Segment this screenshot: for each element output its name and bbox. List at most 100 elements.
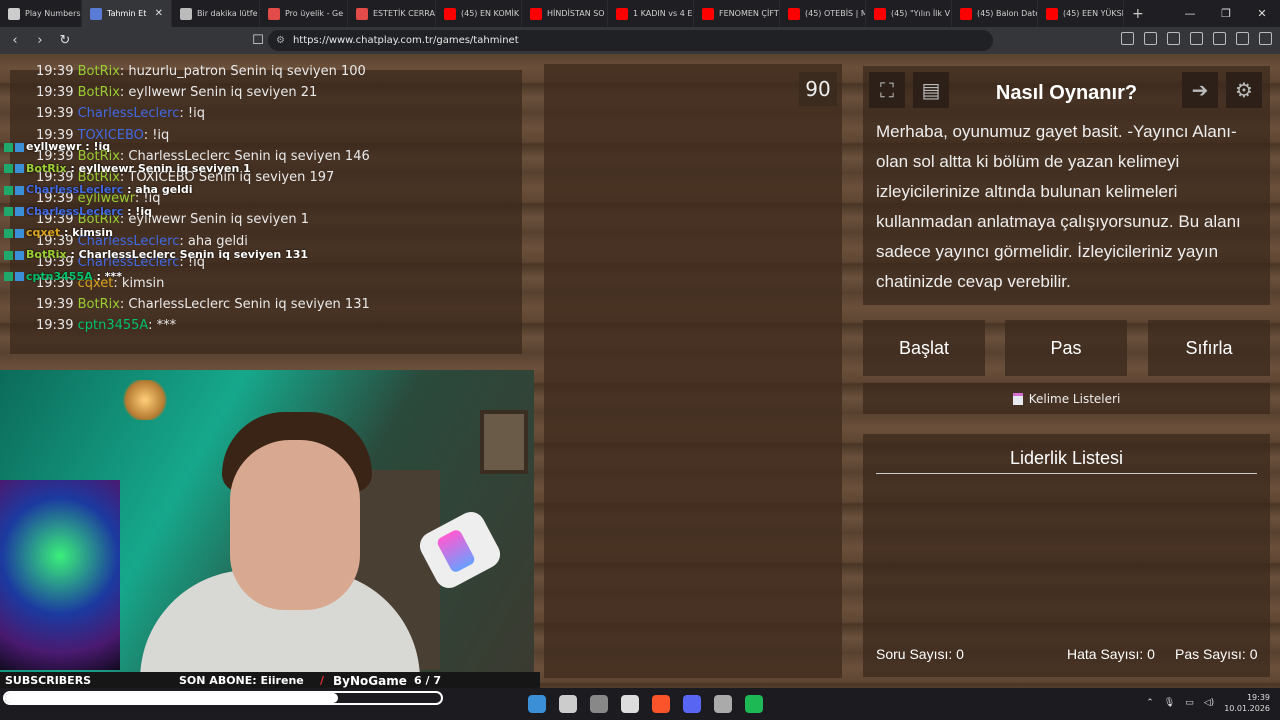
taskbar-app-icon[interactable] — [590, 695, 608, 713]
sidebar-icon[interactable] — [1190, 32, 1203, 45]
exit-icon[interactable]: ➔ — [1182, 72, 1218, 108]
windows-taskbar: ⌃ 🎙 ▭ ◁) 19:39 10.01.2026 — [0, 688, 1280, 720]
word-lists-button[interactable]: Kelime Listeleri — [863, 383, 1270, 414]
tab-favicon-icon — [180, 7, 192, 20]
taskbar-app-icon[interactable] — [528, 695, 546, 713]
tab-favicon-icon — [356, 7, 368, 20]
browser-tab[interactable]: (45) OTEBİS | M — [780, 0, 866, 27]
badge-icon — [15, 164, 24, 174]
back-icon[interactable]: ‹ — [5, 33, 25, 48]
badge-icon — [4, 272, 13, 282]
taskbar-app-icon[interactable] — [621, 695, 639, 713]
reset-button[interactable]: Sıfırla — [1148, 320, 1270, 376]
system-tray: ⌃ 🎙 ▭ ◁) 19:39 10.01.2026 — [1146, 692, 1270, 714]
browser-tab[interactable]: Bir dakika lütfe — [172, 0, 260, 27]
taskbar-app-icon[interactable] — [559, 695, 577, 713]
chat-user[interactable]: BotRix — [78, 85, 120, 100]
notepad-icon — [1012, 392, 1023, 405]
restore-icon[interactable]: ❐ — [1208, 7, 1244, 20]
badge-icon — [4, 207, 13, 217]
extensions-icon[interactable] — [1121, 32, 1134, 45]
media-icon[interactable] — [1167, 32, 1180, 45]
browser-tab[interactable]: ESTETİK CERRA — [348, 0, 436, 27]
progress-track — [3, 691, 443, 705]
tab-label: 1 KADIN vs 4 E — [633, 9, 693, 18]
start-button[interactable]: Başlat — [863, 320, 985, 376]
tab-label: (45) Balon Date — [977, 9, 1038, 18]
browser-tab[interactable]: (45) "Yılın İlk V — [866, 0, 952, 27]
tab-favicon-icon — [960, 7, 972, 20]
taskbar-apps — [528, 695, 763, 713]
overlay-chat-message: cqxet : kimsin — [4, 226, 113, 239]
chat-message: 19:39 CharlessLeclerc: !iq — [36, 106, 205, 121]
volume-icon[interactable]: ◁) — [1204, 698, 1214, 708]
badge-icon — [15, 272, 24, 282]
chat-message: 19:39 BotRix: eyllwewr Senin iq seviyen … — [36, 85, 317, 100]
pass-button[interactable]: Pas — [1005, 320, 1127, 376]
taskbar-app-icon[interactable] — [714, 695, 732, 713]
tab-favicon-icon — [788, 7, 800, 20]
chat-user[interactable]: BotRix — [78, 297, 120, 312]
browser-tab[interactable]: (45) Balon Date — [952, 0, 1038, 27]
tab-favicon-icon — [268, 7, 280, 20]
tab-favicon-icon — [616, 7, 628, 20]
overlay-user: cptn3455A — [26, 269, 93, 283]
browser-tab[interactable]: Pro üyelik - Ge — [260, 0, 348, 27]
browser-tab[interactable]: HİNDİSTAN SO — [522, 0, 608, 27]
chat-text: : !iq — [179, 106, 205, 122]
new-tab-button[interactable]: + — [1124, 6, 1152, 22]
reload-icon[interactable]: ↻ — [55, 33, 75, 48]
taskbar-app-icon[interactable] — [652, 695, 670, 713]
taskbar-app-icon[interactable] — [745, 695, 763, 713]
tab-label: (45) EEN YÜKSE — [1063, 9, 1124, 18]
mic-tray-icon[interactable]: 🎙 — [1164, 698, 1175, 708]
browser-tab[interactable]: (45) EN KOMİK — [436, 0, 522, 27]
close-window-icon[interactable]: ✕ — [1244, 7, 1280, 20]
word-area — [544, 64, 842, 678]
bookmark-icon[interactable]: ☐ — [248, 33, 268, 48]
chat-time: 19:39 — [36, 106, 74, 122]
chat-message: 19:39 cptn3455A: *** — [36, 318, 176, 333]
minimize-icon[interactable]: — — [1172, 7, 1208, 20]
taskbar-app-icon[interactable] — [683, 695, 701, 713]
network-icon[interactable]: ▭ — [1185, 698, 1194, 708]
wallet-icon[interactable] — [1213, 32, 1226, 45]
tab-label: (45) OTEBİS | M — [805, 9, 866, 18]
site-info-icon[interactable]: ⚙ — [276, 35, 285, 46]
word-lists-label: Kelime Listeleri — [1028, 391, 1121, 406]
address-bar[interactable]: ⚙ https://www.chatplay.com.tr/games/tahm… — [268, 30, 993, 51]
chat-user[interactable]: BotRix — [78, 64, 120, 79]
gear-icon[interactable]: ⚙ — [1226, 72, 1262, 108]
tab-label: Pro üyelik - Ge — [285, 9, 344, 18]
overlay-user: eyllwewr — [26, 140, 82, 153]
browser-tab[interactable]: Play Numbers | — [0, 0, 82, 27]
vpn-icon[interactable] — [1236, 32, 1249, 45]
menu-icon[interactable] — [1259, 32, 1272, 45]
browser-tab[interactable]: 1 KADIN vs 4 E — [608, 0, 694, 27]
streamer-face — [230, 440, 360, 610]
tab-label: (45) "Yılın İlk V — [891, 9, 951, 18]
forward-icon[interactable]: › — [30, 33, 50, 48]
overlay-chat-message: CharlessLeclerc : aha geldi — [4, 183, 193, 196]
browser-tab[interactable]: Tahmin Et ✕ — [82, 0, 172, 27]
browser-tab-strip: Play Numbers | Tahmin Et ✕ Bir dakika lütfe… — [0, 0, 1280, 27]
clock[interactable]: 19:39 10.01.2026 — [1224, 692, 1270, 714]
sub-goal: 6 / 7 — [414, 674, 441, 687]
chat-text: : !iq — [143, 127, 170, 143]
screenshot-icon[interactable] — [1144, 32, 1157, 45]
tray-chevron-icon[interactable]: ⌃ — [1146, 698, 1154, 708]
how-to-play-text: Merhaba, oyunumuz gayet basit. -Yayıncı … — [876, 122, 1241, 291]
overlay-text: : kimsin — [60, 226, 113, 240]
tab-favicon-icon — [90, 7, 102, 20]
chat-user[interactable]: cptn3455A — [78, 318, 148, 333]
browser-tab[interactable]: (45) EEN YÜKSE — [1038, 0, 1124, 27]
close-tab-icon[interactable]: ✕ — [155, 8, 163, 19]
overlay-chat-message: BotRix : eyllwewr Senin iq seviyen 1 — [4, 162, 251, 175]
badge-icon — [15, 185, 24, 195]
overlay-chat-message: CharlessLeclerc : !iq — [4, 205, 152, 218]
chat-user[interactable]: CharlessLeclerc — [78, 106, 180, 121]
browser-tab[interactable]: FENOMEN ÇİFT — [694, 0, 780, 27]
badge-icon — [4, 250, 13, 260]
url-text: https://www.chatplay.com.tr/games/tahmin… — [292, 35, 519, 46]
tab-label: Tahmin Et — [107, 9, 147, 18]
